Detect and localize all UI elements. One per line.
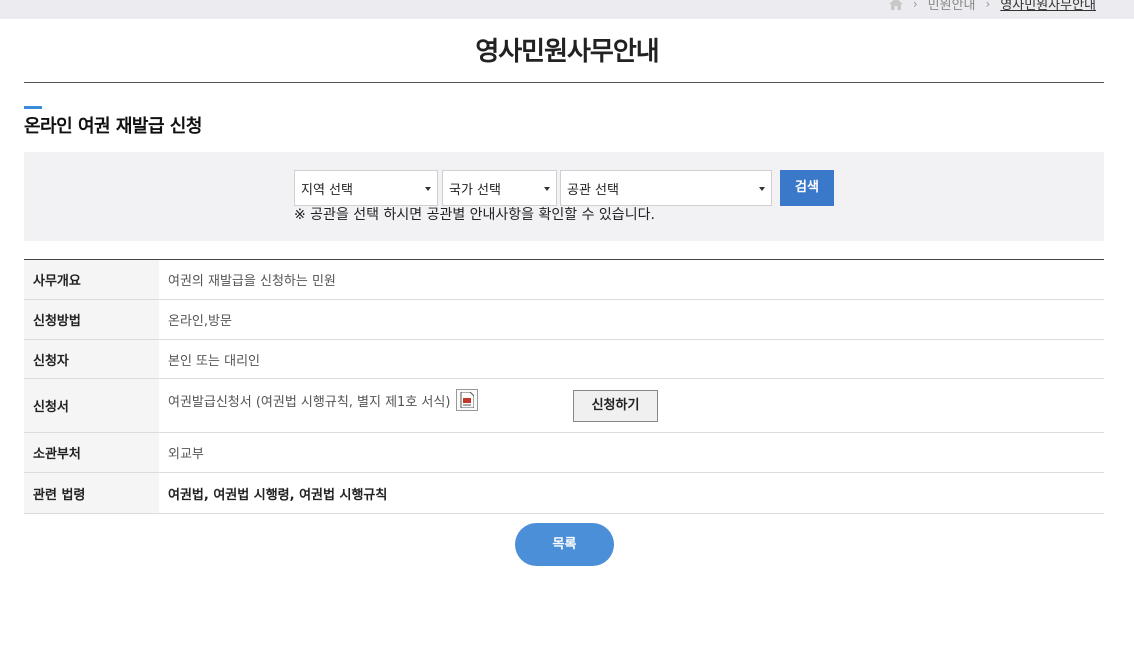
apply-button[interactable]: 신청하기 — [573, 390, 658, 422]
row-label: 소관부처 — [24, 433, 159, 472]
caret-down-icon — [544, 187, 550, 191]
row-value: 외교부 — [168, 447, 204, 462]
title-divider — [24, 82, 1104, 83]
breadcrumb-item[interactable]: 민원안내 — [928, 0, 976, 13]
info-table: 사무개요 여권의 재발급을 신청하는 민원 신청방법 온라인,방문 신청자 본인… — [24, 259, 1104, 514]
caret-down-icon — [759, 187, 765, 191]
row-value: 온라인,방문 — [168, 314, 232, 329]
row-label: 신청서 — [24, 379, 159, 432]
row-value: 본인 또는 대리인 — [168, 353, 260, 369]
application-form-text: 여권발급신청서 (여권법 시행규칙, 별지 제1호 서식) — [168, 395, 451, 410]
row-label: 사무개요 — [24, 260, 159, 299]
search-note: ※ 공관을 선택 하시면 공관별 안내사항을 확인할 수 있습니다. — [294, 207, 655, 223]
row-value-cell: 여권발급신청서 (여권법 시행규칙, 별지 제1호 서식) 신청하기 — [159, 379, 1104, 432]
section-accent-bar — [24, 106, 42, 109]
list-button[interactable]: 목록 — [515, 523, 614, 566]
breadcrumb-current[interactable]: 영사민원사무안내 — [1000, 0, 1096, 13]
table-row: 신청방법 온라인,방문 — [24, 300, 1104, 340]
country-select[interactable]: 국가 선택 — [442, 170, 557, 206]
row-label: 신청방법 — [24, 300, 159, 339]
caret-down-icon — [425, 187, 431, 191]
table-row: 소관부처 외교부 — [24, 433, 1104, 473]
office-select[interactable]: 공관 선택 — [560, 170, 772, 206]
row-value: 여권의 재발급을 신청하는 민원 — [168, 274, 336, 289]
search-panel: 지역 선택 국가 선택 공관 선택 검색 ※ 공관을 선택 하시면 공관별 안내… — [24, 152, 1104, 241]
chevron-right-icon: › — [985, 0, 991, 11]
table-row: 신청서 여권발급신청서 (여권법 시행규칙, 별지 제1호 서식) 신청하기 — [24, 379, 1104, 433]
page-title: 영사민원사무안내 — [475, 37, 659, 67]
row-label: 관련 법령 — [24, 473, 159, 513]
row-label: 신청자 — [24, 340, 159, 378]
chevron-right-icon: › — [912, 0, 918, 11]
search-button[interactable]: 검색 — [780, 170, 834, 206]
home-icon[interactable] — [888, 0, 903, 10]
section-title: 온라인 여권 재발급 신청 — [24, 116, 202, 137]
country-select-value: 국가 선택 — [449, 183, 501, 198]
region-select[interactable]: 지역 선택 — [294, 170, 438, 206]
table-row: 관련 법령 여권법, 여권법 시행령, 여권법 시행규칙 — [24, 473, 1104, 514]
office-select-value: 공관 선택 — [567, 183, 619, 198]
row-value: 여권법, 여권법 시행령, 여권법 시행규칙 — [168, 487, 388, 503]
region-select-value: 지역 선택 — [301, 183, 353, 198]
table-row: 신청자 본인 또는 대리인 — [24, 340, 1104, 379]
table-row: 사무개요 여권의 재발급을 신청하는 민원 — [24, 260, 1104, 300]
document-icon[interactable] — [456, 389, 479, 411]
breadcrumb: › 민원안내 › 영사민원사무안내 — [888, 0, 1096, 13]
